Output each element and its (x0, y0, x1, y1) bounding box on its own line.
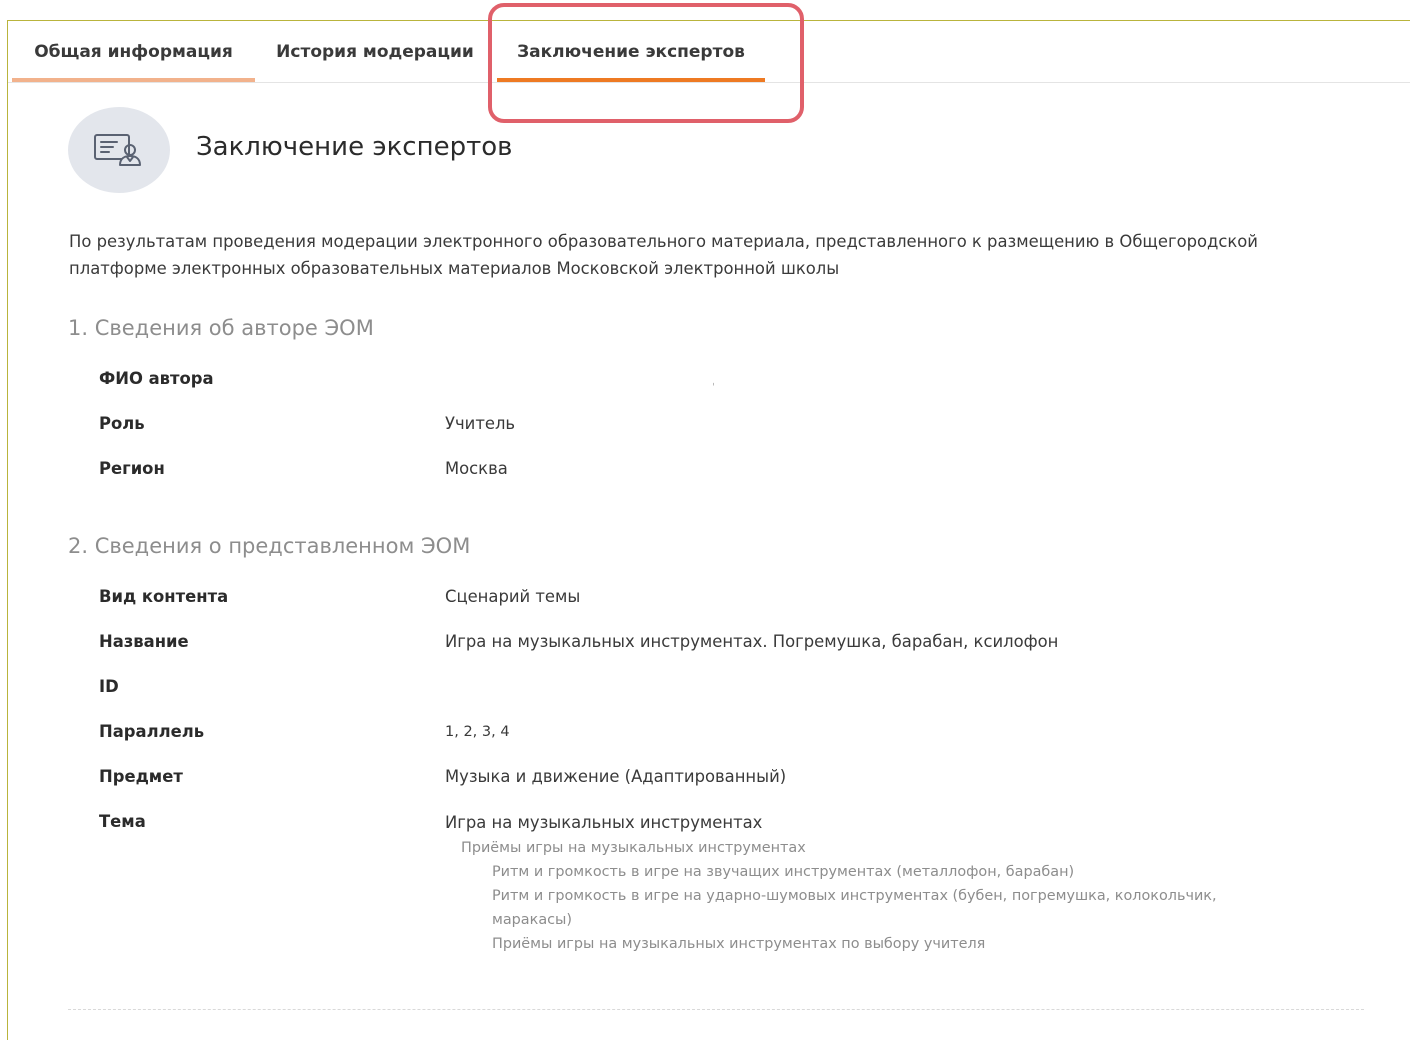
field-label: Предмет (99, 767, 183, 786)
topic-root: Игра на музыкальных инструментах (445, 813, 763, 832)
topic-level1: Приёмы игры на музыкальных инструментах (461, 840, 806, 856)
topic-level2-item: Приёмы игры на музыкальных инструментах … (492, 936, 986, 952)
field-label: ID (99, 677, 119, 696)
field-label: Регион (99, 459, 165, 478)
topic-level2-item: Ритм и громкость в игре на ударно-шумовы… (492, 888, 1217, 928)
tab-general-info[interactable]: Общая информация (12, 21, 255, 82)
field-label: Вид контента (99, 587, 229, 606)
field-value: Москва (445, 459, 508, 478)
page-title: Заключение экспертов (196, 132, 513, 162)
tab-label: История модерации (276, 41, 474, 62)
intro-text: По результатам проведения модерации элек… (69, 232, 1258, 278)
certificate-user-icon (94, 134, 141, 166)
field-value: Сценарий темы (445, 587, 581, 606)
field-label: Тема (99, 812, 146, 831)
field-value: Игра на музыкальных инструментах. Погрем… (445, 632, 1059, 651)
stray-mark: ˌ (712, 376, 715, 387)
field-label: Название (99, 632, 189, 651)
topic-level2-item: Ритм и громкость в игре на звучащих инст… (492, 864, 1075, 880)
topic-tree: Игра на музыкальных инструментах Приёмы … (445, 812, 1345, 956)
field-value: 1, 2, 3, 4 (445, 724, 510, 740)
section-eom-title: 2. Сведения о представленном ЭОМ (68, 534, 471, 558)
field-label: Параллель (99, 722, 205, 741)
field-value: Музыка и движение (Адаптированный) (445, 767, 787, 786)
tab-highlight-annotation (488, 3, 804, 123)
section-divider (68, 1009, 1364, 1010)
tab-moderation-history[interactable]: История модерации (264, 21, 486, 82)
field-value: Учитель (445, 414, 516, 433)
tab-label: Общая информация (34, 41, 233, 62)
section-author-title: 1. Сведения об авторе ЭОМ (68, 316, 374, 340)
header-avatar (68, 107, 170, 193)
field-label: Роль (99, 414, 145, 433)
field-label: ФИО автора (99, 369, 214, 388)
